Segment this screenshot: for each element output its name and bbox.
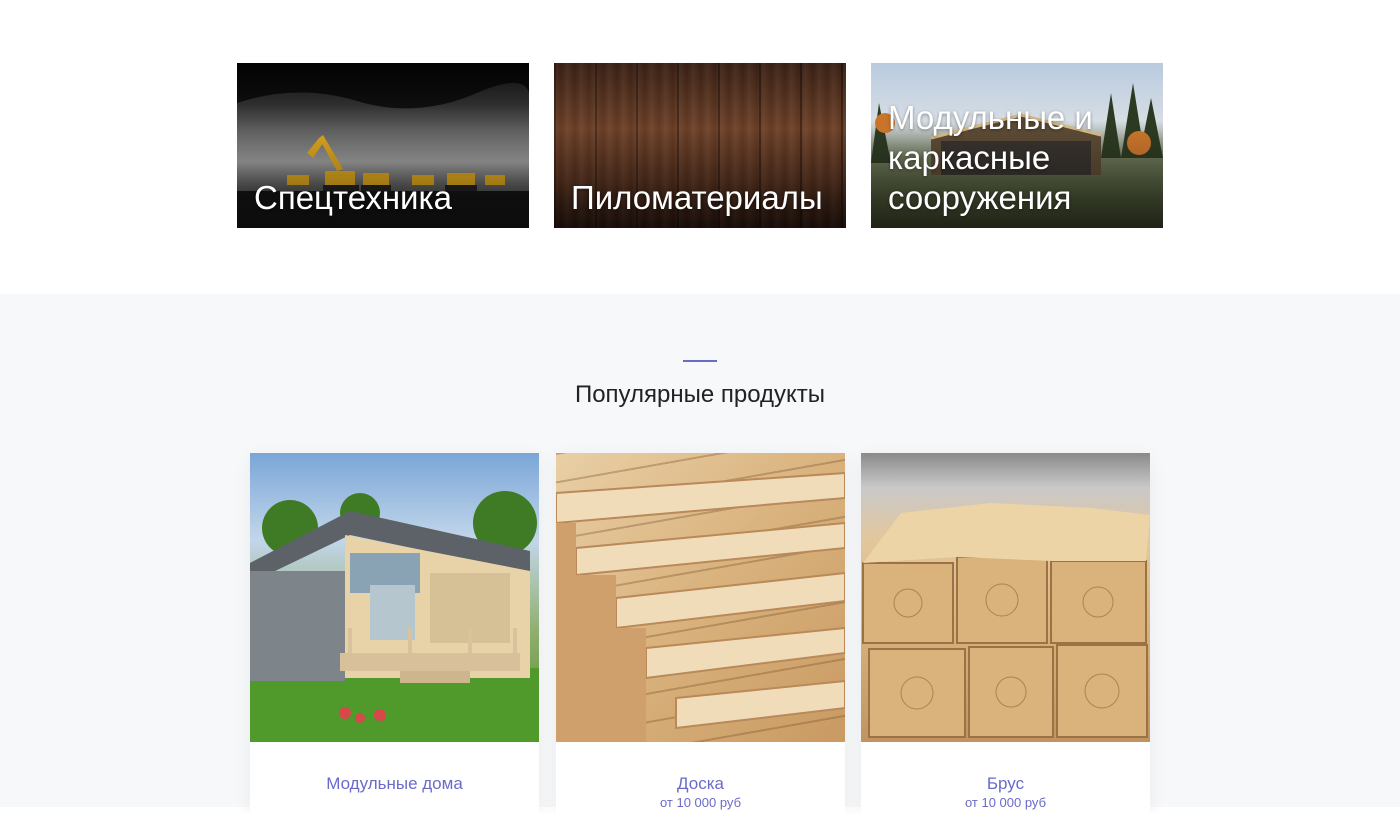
- product-price: от 10 000 руб: [964, 795, 1047, 810]
- category-title: Модульные и каркасные сооружения: [888, 99, 1093, 216]
- product-name: Модульные дома: [326, 774, 463, 793]
- category-card-lumber[interactable]: Пиломатериалы: [554, 63, 846, 228]
- product-image-boards: [556, 453, 845, 742]
- category-card-modular-structures[interactable]: Модульные и каркасные сооружения: [871, 63, 1163, 228]
- product-price: от 10 000 руб: [659, 795, 742, 810]
- product-image-modular-house: [250, 453, 539, 742]
- product-name: Брус: [986, 774, 1025, 793]
- product-card-modular-houses[interactable]: Модульные дома: [250, 453, 539, 813]
- product-image-beams: [861, 453, 1150, 742]
- category-title: Пиломатериалы: [571, 179, 823, 216]
- product-card-beams[interactable]: Брус от 10 000 руб: [861, 453, 1150, 813]
- product-card-boards[interactable]: Доска от 10 000 руб: [556, 453, 845, 813]
- section-title: Популярные продукты: [574, 381, 826, 408]
- category-title: Спецтехника: [254, 179, 452, 216]
- category-card-special-equipment[interactable]: Спецтехника: [237, 63, 529, 228]
- category-section: Спецтехника Пиломатериалы Модульные и ка…: [0, 0, 1400, 294]
- popular-products-section: Популярные продукты Модульные дома Доска…: [0, 294, 1400, 813]
- section-accent-line: [683, 360, 717, 362]
- product-name: Доска: [677, 774, 724, 793]
